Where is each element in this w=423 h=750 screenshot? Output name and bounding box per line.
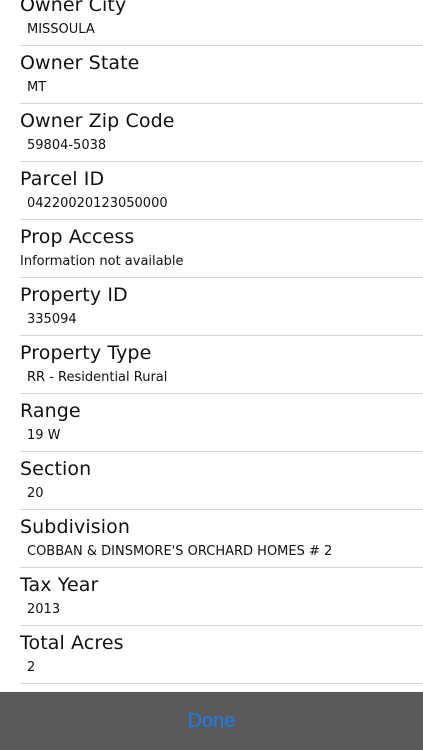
field-value: 04220020123050000	[27, 196, 168, 211]
field-value: MISSOULA	[27, 22, 95, 37]
field-section: Section 20	[20, 452, 423, 510]
field-label: Owner Zip Code	[20, 110, 175, 132]
field-parcel-id: Parcel ID 04220020123050000	[20, 162, 423, 220]
field-value: 59804-5038	[27, 138, 107, 153]
field-label: Subdivision	[20, 516, 130, 538]
property-details-list: Owner City MISSOULA Owner State MT Owner…	[0, 0, 423, 684]
field-label: Tax Year	[20, 574, 99, 596]
field-value: 335094	[27, 312, 77, 327]
field-owner-zip-code: Owner Zip Code 59804-5038	[20, 104, 423, 162]
done-button[interactable]: Done	[170, 704, 254, 739]
bottom-toolbar: Done	[0, 692, 423, 750]
field-owner-city: Owner City MISSOULA	[20, 0, 423, 46]
field-value: COBBAN & DINSMORE'S ORCHARD HOMES # 2	[27, 544, 333, 559]
field-value: 19 W	[27, 428, 61, 443]
field-label: Section	[20, 458, 92, 480]
field-tax-year: Tax Year 2013	[20, 568, 423, 626]
field-label: Range	[20, 400, 81, 422]
field-label: Owner State	[20, 52, 140, 74]
field-value: MT	[27, 80, 47, 95]
field-total-acres: Total Acres 2	[20, 626, 423, 684]
field-range: Range 19 W	[20, 394, 423, 452]
field-label: Property Type	[20, 342, 152, 364]
field-label: Prop Access	[20, 226, 135, 248]
field-label: Total Acres	[20, 632, 124, 654]
field-value: 2013	[27, 602, 61, 617]
field-property-type: Property Type RR - Residential Rural	[20, 336, 423, 394]
field-owner-state: Owner State MT	[20, 46, 423, 104]
field-value: RR - Residential Rural	[27, 370, 168, 385]
field-label: Property ID	[20, 284, 128, 306]
field-value: 2	[27, 660, 36, 675]
field-property-id: Property ID 335094	[20, 278, 423, 336]
field-label: Owner City	[20, 0, 127, 16]
field-value: 20	[27, 486, 44, 501]
field-label: Parcel ID	[20, 168, 105, 190]
field-prop-access: Prop Access Information not available	[20, 220, 423, 278]
field-subdivision: Subdivision COBBAN & DINSMORE'S ORCHARD …	[20, 510, 423, 568]
field-value: Information not available	[20, 254, 184, 269]
